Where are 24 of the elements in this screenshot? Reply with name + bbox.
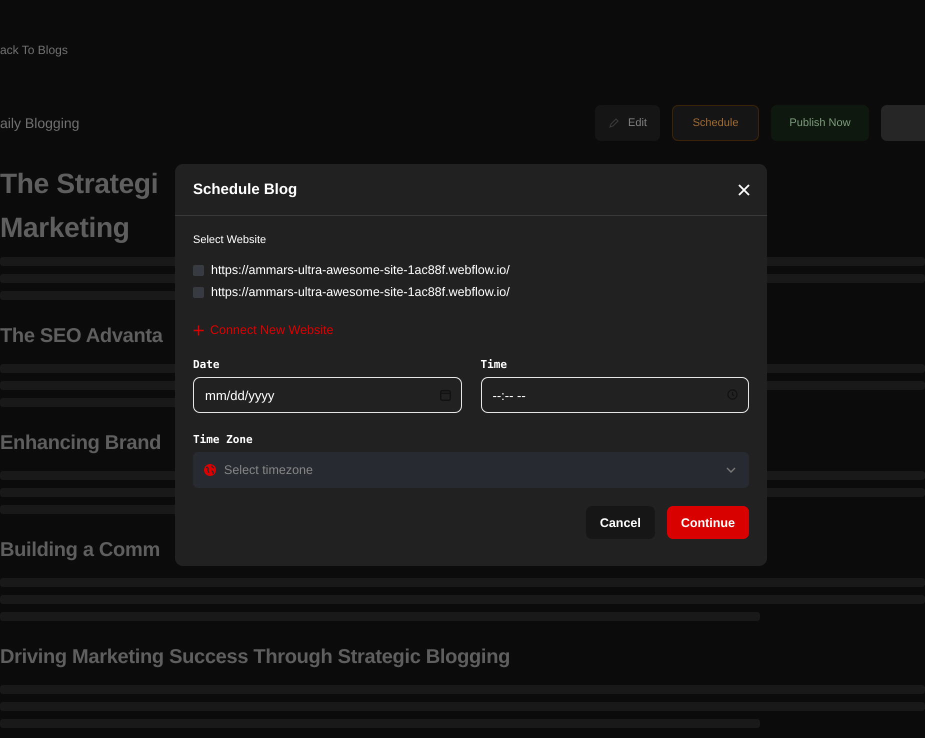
page-title: aily Blogging xyxy=(0,115,80,131)
date-field[interactable]: mm/dd/yyyy xyxy=(193,377,462,413)
website-url: https://ammars-ultra-awesome-site-1ac88f.webflow.io/ xyxy=(211,285,510,299)
field-label: Select Website xyxy=(193,234,268,246)
cancel-button[interactable]: Cancel xyxy=(586,506,655,539)
schedule-button[interactable]: Schedule xyxy=(672,105,759,141)
section-heading: The Strategi xyxy=(0,167,158,201)
timezone-select[interactable]: Select timezone xyxy=(193,452,749,488)
dialog-title: Schedule Blog xyxy=(193,181,298,198)
publish-button[interactable]: Publish Now xyxy=(771,105,869,141)
edit-button[interactable]: Edit xyxy=(595,105,660,141)
field-label: Date xyxy=(193,358,220,371)
back-link[interactable]: ack To Blogs xyxy=(0,43,68,57)
connect-website-link[interactable]: Connect New Website xyxy=(193,323,334,337)
continue-button[interactable]: Continue xyxy=(666,506,749,539)
section-heading: Enhancing Brand xyxy=(0,431,162,456)
section-heading: Marketing xyxy=(0,211,130,245)
section-heading: Building a Comm xyxy=(0,538,160,563)
section-heading: Driving Marketing Success Through Strategic Blogging xyxy=(0,645,510,670)
field-label: Time Zone xyxy=(193,433,254,446)
field-label: Time xyxy=(480,358,508,371)
time-field[interactable]: --:-- -- xyxy=(480,377,749,413)
website-url: https://ammars-ultra-awesome-site-1ac88f.webflow.io/ xyxy=(211,263,510,277)
section-heading: The SEO Advanta xyxy=(0,324,163,349)
